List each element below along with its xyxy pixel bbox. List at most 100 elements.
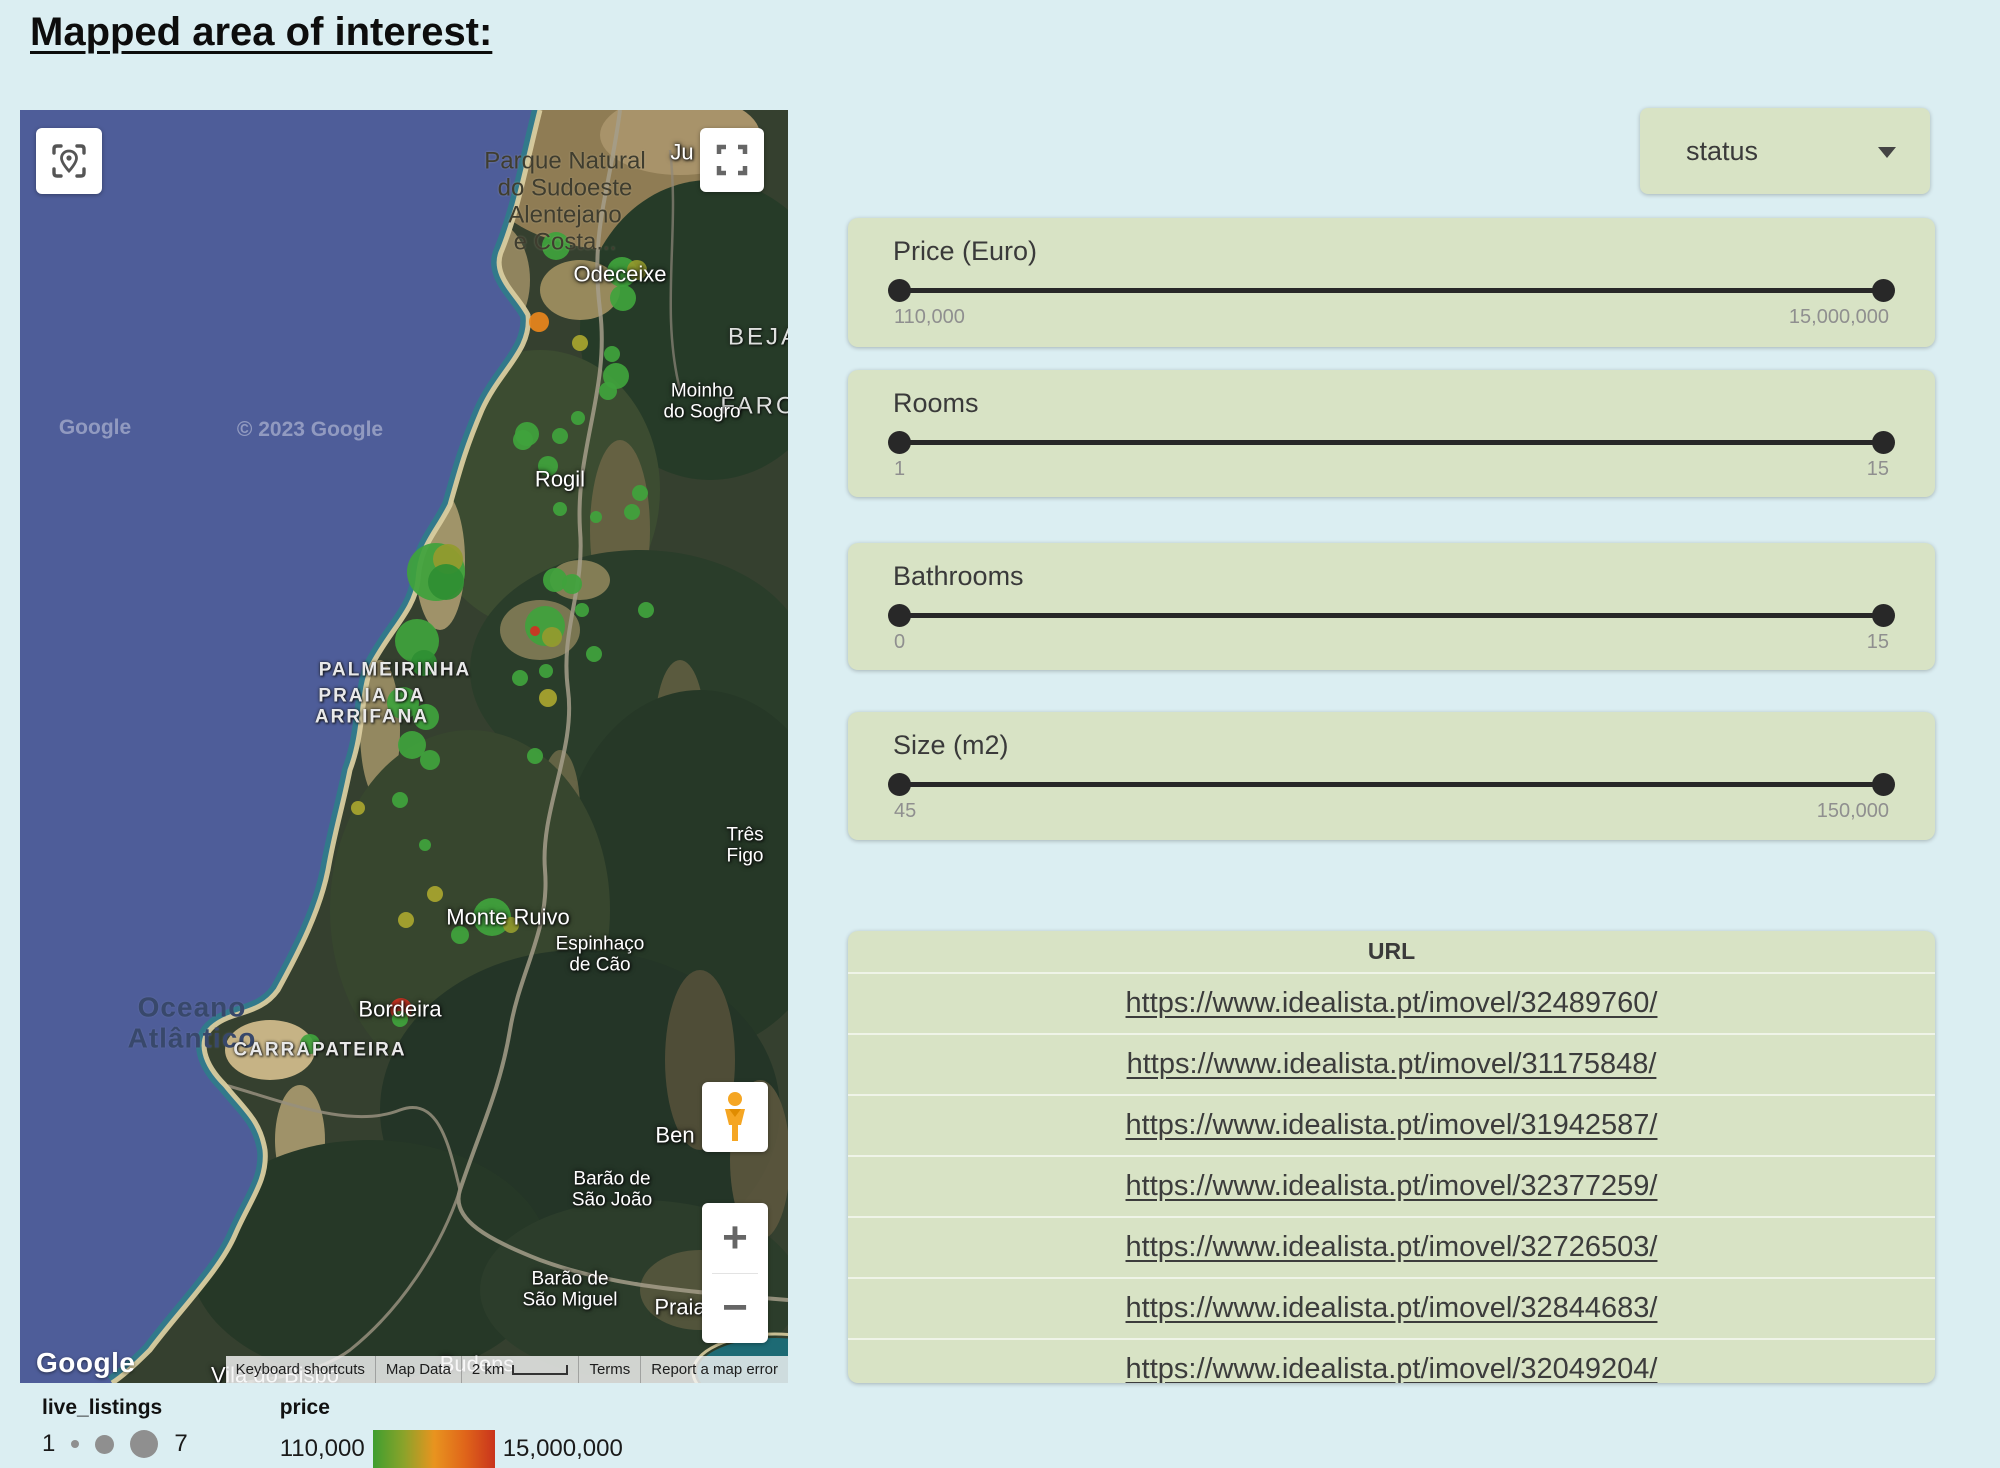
listing-marker[interactable] xyxy=(427,886,443,902)
slider-track[interactable] xyxy=(894,613,1889,618)
listing-marker[interactable] xyxy=(539,689,557,707)
pegman-icon xyxy=(717,1091,753,1143)
slider-handle-max[interactable] xyxy=(1872,279,1895,302)
listing-marker[interactable] xyxy=(542,232,570,260)
locate-area-button[interactable] xyxy=(36,128,102,194)
listing-marker[interactable] xyxy=(553,502,567,516)
slider-label: Rooms xyxy=(893,388,979,419)
slider-handle-max[interactable] xyxy=(1872,431,1895,454)
listing-marker[interactable] xyxy=(627,260,647,280)
listing-marker[interactable] xyxy=(571,411,585,425)
slider-min-label: 1 xyxy=(894,458,905,481)
attribution-label: Terms xyxy=(589,1361,630,1378)
zoom-in-button[interactable]: + xyxy=(702,1203,768,1273)
fullscreen-button[interactable] xyxy=(700,128,764,192)
listing-marker[interactable] xyxy=(542,627,562,647)
listing-marker[interactable] xyxy=(632,485,648,501)
slider-handle-min[interactable] xyxy=(888,604,911,627)
url-row: https://www.idealista.pt/imovel/32377259… xyxy=(848,1155,1935,1216)
listing-marker[interactable] xyxy=(552,428,568,444)
legend-price-min: 110,000 xyxy=(280,1435,365,1463)
listing-marker[interactable] xyxy=(538,456,558,476)
slider-track[interactable] xyxy=(894,782,1889,787)
zoom-out-button[interactable]: − xyxy=(702,1274,768,1344)
listing-marker[interactable] xyxy=(398,912,414,928)
status-dropdown-label: status xyxy=(1686,108,1758,194)
listing-marker[interactable] xyxy=(599,382,617,400)
slider-label: Bathrooms xyxy=(893,561,1024,592)
listing-marker[interactable] xyxy=(590,511,602,523)
listing-marker[interactable] xyxy=(529,312,549,332)
attribution-label: Map Data xyxy=(386,1361,451,1378)
slider-handle-min[interactable] xyxy=(888,773,911,796)
attribution-keyboard-shortcuts[interactable]: Keyboard shortcuts xyxy=(226,1356,375,1383)
attribution-2-km: 2 km xyxy=(461,1356,579,1383)
url-row: https://www.idealista.pt/imovel/32844683… xyxy=(848,1277,1935,1338)
slider-track[interactable] xyxy=(894,288,1889,293)
listing-marker[interactable] xyxy=(638,602,654,618)
slider-handle-max[interactable] xyxy=(1872,773,1895,796)
legend-size-title: live_listings xyxy=(42,1396,188,1420)
url-row: https://www.idealista.pt/imovel/32726503… xyxy=(848,1216,1935,1277)
listing-marker[interactable] xyxy=(451,926,469,944)
listing-marker[interactable] xyxy=(392,792,408,808)
listing-marker[interactable] xyxy=(300,1034,320,1054)
slider-handle-min[interactable] xyxy=(888,279,911,302)
listing-marker[interactable] xyxy=(428,564,464,600)
listing-marker[interactable] xyxy=(624,504,640,520)
listing-link[interactable]: https://www.idealista.pt/imovel/32844683… xyxy=(1126,1292,1658,1325)
satellite-map[interactable]: Parque Natural do Sudoeste Alentejano e … xyxy=(20,110,788,1383)
google-logo[interactable]: Google xyxy=(36,1347,135,1379)
slider-card-bathrooms: Bathrooms015 xyxy=(848,543,1935,670)
listing-link[interactable]: https://www.idealista.pt/imovel/32049204… xyxy=(1126,1353,1658,1383)
listing-marker[interactable] xyxy=(530,626,540,636)
listing-link[interactable]: https://www.idealista.pt/imovel/32726503… xyxy=(1126,1231,1658,1264)
legend-dot-small xyxy=(71,1440,79,1448)
slider-max-label: 15 xyxy=(1867,631,1889,654)
slider-label: Size (m2) xyxy=(893,730,1009,761)
listing-link[interactable]: https://www.idealista.pt/imovel/31942587… xyxy=(1126,1109,1658,1142)
legend-price-max: 15,000,000 xyxy=(503,1435,623,1463)
listing-marker[interactable] xyxy=(575,603,589,617)
listing-link[interactable]: https://www.idealista.pt/imovel/32377259… xyxy=(1126,1170,1658,1203)
scale-ruler-icon xyxy=(512,1365,568,1375)
legend: live_listings 1 7 price 110,000 15,000,0… xyxy=(42,1396,623,1468)
slider-handle-max[interactable] xyxy=(1872,604,1895,627)
slider-label: Price (Euro) xyxy=(893,236,1037,267)
listing-marker[interactable] xyxy=(513,430,533,450)
listing-link[interactable]: https://www.idealista.pt/imovel/32489760… xyxy=(1126,987,1658,1020)
attribution-map-data[interactable]: Map Data xyxy=(375,1356,461,1383)
listing-marker[interactable] xyxy=(413,704,439,730)
listing-marker[interactable] xyxy=(503,917,519,933)
slider-max-label: 15 xyxy=(1867,458,1889,481)
listing-marker[interactable] xyxy=(527,748,543,764)
listing-marker[interactable] xyxy=(604,346,620,362)
listing-link[interactable]: https://www.idealista.pt/imovel/31175848… xyxy=(1127,1048,1657,1081)
legend-dot-large xyxy=(130,1430,158,1458)
listing-marker[interactable] xyxy=(512,670,528,686)
listing-marker[interactable] xyxy=(572,335,588,351)
listing-marker[interactable] xyxy=(351,801,365,815)
attribution-report-a-map-error[interactable]: Report a map error xyxy=(640,1356,788,1383)
listing-marker[interactable] xyxy=(392,1011,408,1027)
slider-card-size: Size (m2)45150,000 xyxy=(848,712,1935,840)
listing-marker[interactable] xyxy=(539,664,553,678)
legend-dot-medium xyxy=(95,1435,114,1454)
listing-marker[interactable] xyxy=(419,839,431,851)
attribution-terms[interactable]: Terms xyxy=(578,1356,640,1383)
listing-marker[interactable] xyxy=(420,750,440,770)
listing-marker[interactable] xyxy=(411,650,437,676)
listing-marker[interactable] xyxy=(586,646,602,662)
listing-marker[interactable] xyxy=(562,574,582,594)
slider-track[interactable] xyxy=(894,440,1889,445)
status-dropdown[interactable]: status xyxy=(1640,108,1930,194)
location-scan-icon xyxy=(49,141,89,181)
price-gradient-bar xyxy=(373,1430,495,1468)
zoom-control: + − xyxy=(702,1203,768,1343)
slider-handle-min[interactable] xyxy=(888,431,911,454)
pegman-button[interactable] xyxy=(702,1082,768,1152)
legend-live-listings: live_listings 1 7 xyxy=(42,1396,188,1458)
listing-marker[interactable] xyxy=(610,285,636,311)
url-row: https://www.idealista.pt/imovel/32489760… xyxy=(848,972,1935,1033)
fullscreen-icon xyxy=(715,143,749,177)
